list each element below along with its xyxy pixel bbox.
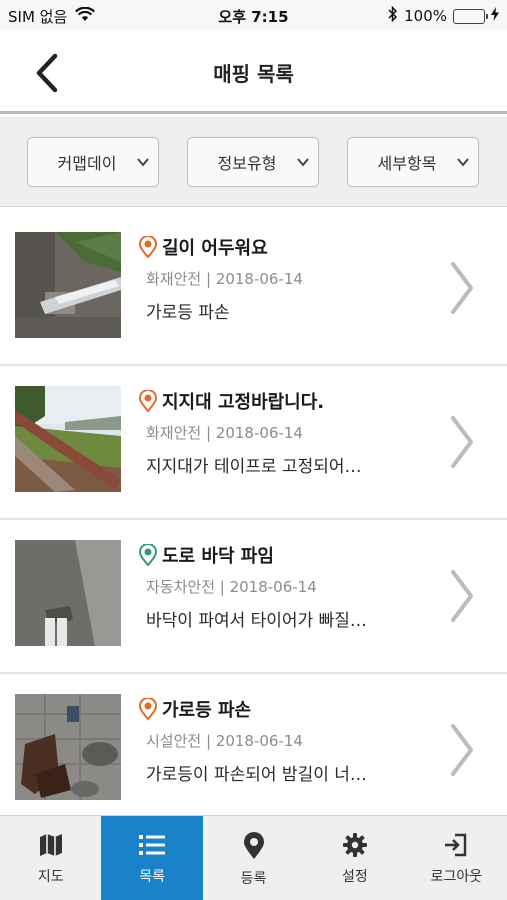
item-description: 가로등 파손	[146, 303, 230, 323]
battery-percent: 100%	[404, 7, 447, 25]
tab-list[interactable]: 목록	[101, 816, 203, 900]
item-title-row: 도로 바닥 파임	[138, 542, 274, 568]
tab-settings[interactable]: 설정	[304, 816, 405, 900]
list-item[interactable]: 길이 어두워요 화재안전 | 2018-06-14 가로등 파손	[0, 212, 507, 366]
item-photo	[15, 540, 121, 646]
item-title: 도로 바닥 파임	[162, 546, 274, 567]
filter-dropdown-info-type[interactable]: 정보유형	[187, 137, 319, 187]
item-meta: 화재안전 | 2018-06-14	[146, 424, 303, 442]
chevron-right-icon	[451, 724, 473, 776]
status-bar: SIM 없음 오후 7:15 100%	[0, 0, 507, 30]
item-title-row: 길이 어두워요	[138, 234, 268, 260]
map-icon	[39, 834, 62, 856]
filter-dropdown-campday[interactable]: 커맵데이	[27, 137, 159, 187]
page-title: 매핑 목록	[213, 62, 294, 86]
item-description: 바닥이 파여서 타이어가 빠질…	[146, 611, 367, 631]
tab-label: 지도	[37, 869, 64, 885]
item-title-row: 지지대 고정바랍니다.	[138, 388, 324, 414]
item-title-row: 가로등 파손	[138, 696, 251, 722]
item-description: 가로등이 파손되어 밤길이 너…	[146, 765, 367, 785]
list-item[interactable]: 가로등 파손 시설안전 | 2018-06-14 가로등이 파손되어 밤길이 너…	[0, 674, 507, 828]
item-title: 가로등 파손	[162, 700, 252, 721]
tab-register[interactable]: 등록	[203, 816, 304, 900]
item-title: 길이 어두워요	[162, 238, 268, 259]
item-meta: 자동차안전 | 2018-06-14	[146, 578, 317, 596]
tab-label: 등록	[240, 871, 267, 887]
chevron-right-icon	[451, 416, 473, 468]
list-icon	[139, 835, 166, 855]
map-pin-icon	[138, 698, 158, 720]
chevron-down-icon	[297, 158, 309, 167]
map-pin-icon	[138, 236, 158, 258]
gear-icon	[342, 833, 367, 857]
battery-icon	[453, 8, 488, 24]
bottom-tab-bar: 지도 목록 등록 설정 로그아웃	[0, 815, 507, 900]
bluetooth-icon	[388, 5, 398, 26]
item-photo	[15, 386, 121, 492]
list-item[interactable]: 지지대 고정바랍니다. 화재안전 | 2018-06-14 지지대가 테이프로 …	[0, 366, 507, 520]
filter-label: 정보유형	[217, 154, 277, 173]
tab-label: 목록	[139, 869, 165, 885]
chevron-down-icon	[137, 158, 149, 167]
filter-label: 커맵데이	[57, 154, 117, 173]
tab-label: 설정	[342, 869, 368, 885]
map-pin-icon	[138, 544, 158, 566]
mapping-list: 길이 어두워요 화재안전 | 2018-06-14 가로등 파손 지지대 고정바…	[0, 212, 507, 828]
tab-label: 로그아웃	[430, 869, 483, 885]
location-pin-icon	[243, 832, 264, 859]
item-title: 지지대 고정바랍니다.	[162, 392, 325, 413]
filter-bar: 커맵데이 정보유형 세부항목	[0, 117, 507, 207]
tab-logout[interactable]: 로그아웃	[406, 816, 507, 900]
item-photo	[15, 232, 121, 338]
item-description: 지지대가 테이프로 고정되어…	[146, 457, 362, 477]
filter-label: 세부항목	[377, 154, 437, 173]
chevron-down-icon	[457, 158, 469, 167]
logout-icon	[445, 833, 467, 857]
map-pin-icon	[138, 390, 158, 412]
list-item[interactable]: 도로 바닥 파임 자동차안전 | 2018-06-14 바닥이 파여서 타이어가…	[0, 520, 507, 674]
filter-dropdown-detail-item[interactable]: 세부항목	[347, 137, 479, 187]
item-meta: 화재안전 | 2018-06-14	[146, 270, 303, 288]
chevron-right-icon	[451, 262, 473, 314]
app-header: 매핑 목록	[0, 30, 507, 114]
charging-icon	[491, 7, 499, 25]
tab-map[interactable]: 지도	[0, 816, 101, 900]
item-photo	[15, 694, 121, 800]
chevron-right-icon	[451, 570, 473, 622]
item-meta: 시설안전 | 2018-06-14	[146, 732, 303, 750]
